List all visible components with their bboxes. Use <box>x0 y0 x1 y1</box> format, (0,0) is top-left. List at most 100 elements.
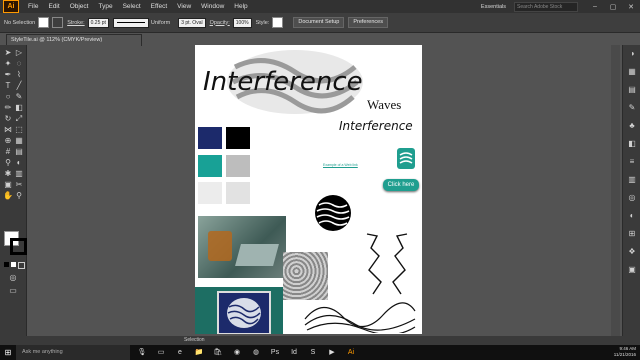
perspective-grid-icon[interactable]: ▦ <box>14 136 24 146</box>
windows-start-icon[interactable]: ⊞ <box>0 345 16 360</box>
stroke-weight-field[interactable]: 0.25 pt <box>87 17 109 28</box>
line-tool-icon[interactable]: ╱ <box>14 81 24 91</box>
draw-mode-icon[interactable]: ◎ <box>8 273 18 283</box>
direct-selection-tool-icon[interactable]: ▷ <box>14 48 24 58</box>
artboard[interactable]: Interference Waves Interference Example … <box>195 45 422 334</box>
vertical-scrollbar[interactable] <box>611 45 620 345</box>
gradient-tool-icon[interactable]: ▤ <box>14 147 24 157</box>
gradient-mode-icon[interactable] <box>11 262 16 267</box>
slice-tool-icon[interactable]: ✂ <box>14 180 24 190</box>
free-transform-icon[interactable]: ⬚ <box>14 125 24 135</box>
framed-image <box>217 291 271 334</box>
click-here-button[interactable]: Click here <box>383 179 419 191</box>
workspace-switcher[interactable]: Essentials <box>481 4 506 10</box>
stroke-color-icon[interactable] <box>10 238 27 255</box>
app-icon <box>397 148 415 169</box>
menu-select[interactable]: Select <box>118 3 146 10</box>
lasso-tool-icon[interactable]: ◌ <box>14 59 24 69</box>
microphone-icon[interactable]: 🎙 <box>135 348 149 358</box>
graph-tool-icon[interactable]: ▥ <box>14 169 24 179</box>
swatch-black <box>226 127 250 149</box>
preferences-button[interactable]: Preferences <box>348 17 388 28</box>
menu-help[interactable]: Help <box>229 3 252 10</box>
menu-window[interactable]: Window <box>196 3 229 10</box>
eyedropper-icon[interactable]: ⚲ <box>3 158 13 168</box>
clock[interactable]: 9:46 AM 11/21/2016 <box>614 346 636 358</box>
symbol-sprayer-icon[interactable]: ✱ <box>3 169 13 179</box>
mesh-tool-icon[interactable]: # <box>3 147 13 157</box>
menu-object[interactable]: Object <box>65 3 94 10</box>
color-mode-icon[interactable] <box>4 262 9 267</box>
edge-icon[interactable]: e <box>173 348 187 358</box>
cortana-search-input[interactable]: Ask me anything <box>16 345 130 360</box>
color-guide-icon[interactable]: ▦ <box>627 67 637 77</box>
media-icon[interactable]: ▶ <box>325 348 339 358</box>
menu-view[interactable]: View <box>172 3 196 10</box>
menu-file[interactable]: File <box>23 3 43 10</box>
scale-tool-icon[interactable]: ⤢ <box>14 114 24 124</box>
menu-effect[interactable]: Effect <box>146 3 173 10</box>
indesign-icon[interactable]: Id <box>287 348 301 358</box>
artboard-tool-icon[interactable]: ▣ <box>3 180 13 190</box>
menu-type[interactable]: Type <box>93 3 117 10</box>
illustrator-taskbar-icon[interactable]: Ai <box>344 348 358 358</box>
file-explorer-icon[interactable]: 📁 <box>192 348 206 358</box>
stroke-profile-dropdown[interactable] <box>112 17 149 28</box>
swatches-icon[interactable]: ▤ <box>627 85 637 95</box>
rotate-tool-icon[interactable]: ↻ <box>3 114 13 124</box>
curvature-tool-icon[interactable]: ⌇ <box>14 70 24 80</box>
maximize-button[interactable]: ▢ <box>604 3 622 11</box>
store-icon[interactable]: 🛍 <box>211 348 225 358</box>
none-mode-icon[interactable] <box>18 262 25 269</box>
shape-builder-icon[interactable]: ⊕ <box>3 136 13 146</box>
fill-swatch[interactable] <box>38 17 50 28</box>
menu-bar: Ai File Edit Object Type Select Effect V… <box>0 0 640 13</box>
color-panel-icon[interactable]: ◑ <box>627 49 637 59</box>
hand-tool-icon[interactable]: ✋ <box>3 191 13 201</box>
selection-tool-icon[interactable]: ➤ <box>3 48 13 58</box>
artboards-panel-icon[interactable]: ▣ <box>627 265 637 275</box>
close-button[interactable]: ✕ <box>622 3 640 11</box>
gradient-panel-icon[interactable]: ▥ <box>627 175 637 185</box>
eraser-tool-icon[interactable]: ◧ <box>14 103 24 113</box>
stroke-panel-icon[interactable]: ≡ <box>627 157 637 167</box>
skype-icon[interactable]: S <box>306 348 320 358</box>
transparency-icon[interactable]: ◐ <box>627 211 637 221</box>
ellipse-tool-icon[interactable]: ○ <box>3 92 13 102</box>
zoom-tool-icon[interactable]: ⚲ <box>14 191 24 201</box>
subtitle-interference: Interference <box>339 119 413 133</box>
brushes-icon[interactable]: ✎ <box>627 103 637 113</box>
firefox-icon[interactable]: ◍ <box>249 348 263 358</box>
symbols-icon[interactable]: ♣ <box>627 121 637 131</box>
stroke-swatch[interactable] <box>52 17 64 28</box>
status-bar: Selection <box>0 336 640 345</box>
graphic-styles-icon[interactable]: ◧ <box>627 139 637 149</box>
paintbrush-tool-icon[interactable]: ✎ <box>14 92 24 102</box>
task-view-icon[interactable]: ▭ <box>154 348 168 358</box>
minimize-button[interactable]: – <box>586 3 604 10</box>
appearance-icon[interactable]: ◎ <box>627 193 637 203</box>
layers-icon[interactable]: ❖ <box>627 247 637 257</box>
screen-mode-icon[interactable]: ▭ <box>8 286 18 296</box>
pencil-tool-icon[interactable]: ✏ <box>3 103 13 113</box>
opacity-label[interactable]: Opacity: <box>210 20 230 26</box>
menu-edit[interactable]: Edit <box>43 3 64 10</box>
waves-curves-art <box>304 302 416 333</box>
stroke-label[interactable]: Stroke: <box>67 20 84 26</box>
chrome-icon[interactable]: ◉ <box>230 348 244 358</box>
status-tool: Selection <box>184 337 205 343</box>
subtitle-waves: Waves <box>367 97 402 112</box>
opacity-field[interactable]: 100% <box>232 17 252 28</box>
brush-dropdown[interactable]: 3 pt. Oval <box>178 17 206 28</box>
type-tool-icon[interactable]: T <box>3 81 13 91</box>
style-swatch[interactable] <box>272 17 284 28</box>
blend-tool-icon[interactable]: ◐ <box>14 158 24 168</box>
magic-wand-icon[interactable]: ✦ <box>3 59 13 69</box>
photoshop-icon[interactable]: Ps <box>268 348 282 358</box>
stock-search-input[interactable]: Search Adobe Stock <box>514 1 578 12</box>
document-setup-button[interactable]: Document Setup <box>293 17 345 28</box>
align-icon[interactable]: ⊞ <box>627 229 637 239</box>
width-tool-icon[interactable]: ⋈ <box>3 125 13 135</box>
pen-tool-icon[interactable]: ✒ <box>3 70 13 80</box>
web-link-example[interactable]: Example of a Web link <box>323 163 358 167</box>
